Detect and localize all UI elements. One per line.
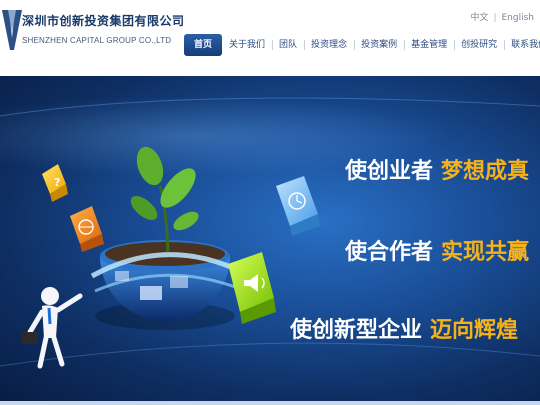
- lang-separator: |: [493, 13, 497, 23]
- slogan-3-white: 使创新型企业: [290, 318, 423, 343]
- svg-text:?: ?: [54, 176, 60, 189]
- slogan-line-3: 使创新型企业 迈向辉煌: [290, 312, 518, 344]
- slogan-3-highlight: 迈向辉煌: [430, 318, 519, 343]
- globe-icon: [70, 206, 104, 252]
- logo-company-name[interactable]: 深圳市创新投资集团有限公司: [22, 12, 185, 29]
- nav-item-philosophy[interactable]: 投资理念: [304, 34, 354, 56]
- business-person-graphic: [22, 287, 83, 369]
- slogan-2-highlight: 实现共赢: [441, 240, 530, 265]
- slogan-2-white: 使合作者: [345, 240, 434, 265]
- nav-item-funds[interactable]: 基金管理: [404, 34, 454, 56]
- slogan-line-1: 使创业者 梦想成真: [345, 153, 529, 185]
- hero-banner[interactable]: ? 使创业者 梦想成真 使合作者 实现共赢 使创新型企业 迈向辉煌: [0, 76, 540, 401]
- nav-item-about[interactable]: 关于我们: [222, 34, 272, 56]
- logo-company-name-en: SHENZHEN CAPITAL GROUP CO.,LTD: [22, 36, 172, 45]
- nav-item-contact[interactable]: 联系我们: [504, 34, 540, 56]
- slogan-1-highlight: 梦想成真: [441, 159, 530, 184]
- lang-chinese-link[interactable]: 中文: [470, 13, 488, 23]
- nav-item-research[interactable]: 创投研究: [454, 34, 504, 56]
- language-switcher: 中文 | English: [470, 10, 534, 23]
- nav-item-team[interactable]: 团队: [272, 34, 304, 56]
- clock-icon: [276, 176, 320, 236]
- nav-item-cases[interactable]: 投资案例: [354, 34, 404, 56]
- banner-bottom-strip: [0, 401, 540, 405]
- lang-english-link[interactable]: English: [502, 13, 535, 23]
- logo-icon[interactable]: [2, 10, 22, 50]
- globe-graphic: [90, 240, 242, 330]
- main-nav: 首页 关于我们 团队 投资理念 投资案例 基金管理 创投研究 联系我们: [184, 32, 540, 58]
- slogan-1-white: 使创业者: [345, 159, 434, 184]
- nav-item-home[interactable]: 首页: [184, 34, 223, 56]
- speaker-icon: [228, 252, 276, 324]
- slogan-line-2: 使合作者 实现共赢: [345, 234, 529, 266]
- site-header: 深圳市创新投资集团有限公司 SHENZHEN CAPITAL GROUP CO.…: [0, 0, 540, 76]
